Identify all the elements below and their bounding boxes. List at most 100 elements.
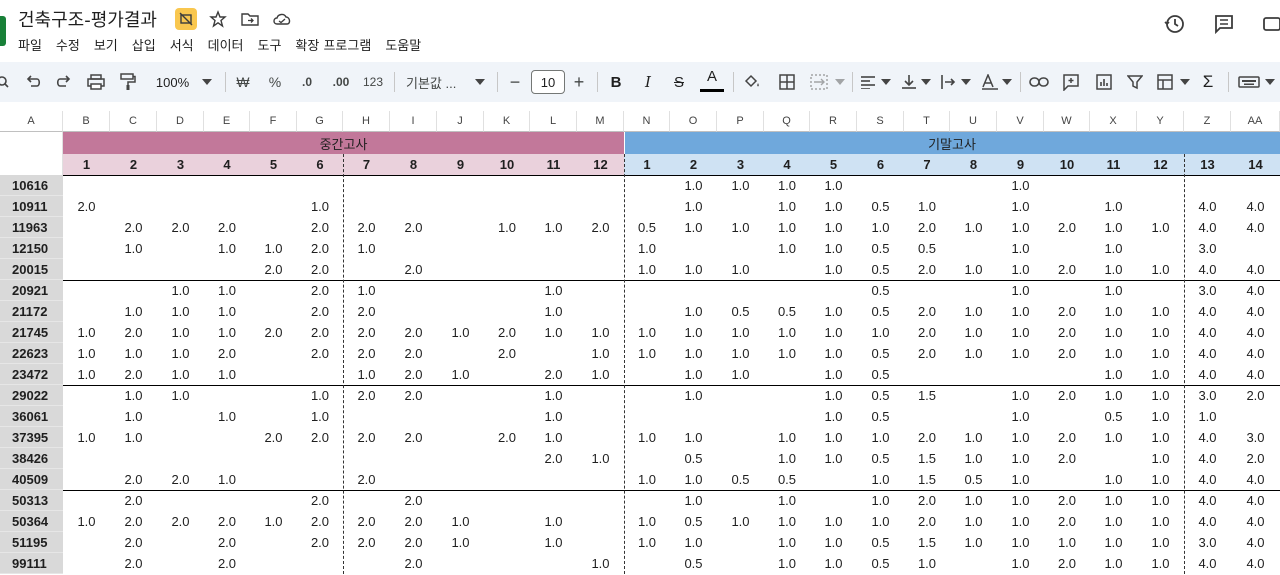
- menu-item[interactable]: 확장 프로그램: [295, 35, 378, 54]
- score-cell[interactable]: 1.0: [204, 280, 250, 301]
- score-cell[interactable]: 2.0: [1044, 427, 1090, 448]
- score-cell[interactable]: 2.0: [1044, 322, 1090, 343]
- score-cell[interactable]: 1.0: [950, 343, 997, 364]
- column-header[interactable]: U: [950, 111, 997, 132]
- score-cell[interactable]: 1.0: [1137, 322, 1184, 343]
- score-cell[interactable]: 2.0: [297, 427, 343, 448]
- score-cell[interactable]: 1.0: [670, 427, 717, 448]
- score-cell[interactable]: 1.0: [950, 301, 997, 322]
- version-history-icon[interactable]: [1162, 12, 1186, 36]
- score-cell[interactable]: 1.0: [997, 280, 1044, 301]
- score-cell[interactable]: 2.0: [1044, 301, 1090, 322]
- score-cell[interactable]: 1.0: [1137, 343, 1184, 364]
- score-cell[interactable]: 2.0: [297, 259, 343, 280]
- score-cell[interactable]: 1.0: [857, 427, 904, 448]
- score-cell[interactable]: 2.0: [1044, 511, 1090, 532]
- wrap-dropdown-icon[interactable]: [960, 62, 972, 102]
- score-cell[interactable]: 4.0: [1231, 301, 1280, 322]
- score-cell[interactable]: 1.0: [157, 364, 204, 385]
- score-cell[interactable]: 1.0: [110, 238, 157, 259]
- menu-item[interactable]: 서식: [170, 35, 201, 54]
- score-cell[interactable]: 2.0: [204, 532, 250, 553]
- score-cell[interactable]: 1.0: [997, 532, 1044, 553]
- score-cell[interactable]: 1.0: [997, 322, 1044, 343]
- score-cell[interactable]: 1.0: [810, 217, 857, 238]
- score-cell[interactable]: 1.0: [577, 322, 624, 343]
- score-cell[interactable]: 1.0: [204, 406, 250, 427]
- text-color-button[interactable]: A: [700, 64, 724, 92]
- score-cell[interactable]: 2.0: [297, 238, 343, 259]
- score-cell[interactable]: 4.0: [1184, 259, 1231, 280]
- score-cell[interactable]: 2.0: [343, 301, 390, 322]
- score-cell[interactable]: 2.0: [343, 532, 390, 553]
- score-cell[interactable]: 1.0: [624, 259, 670, 280]
- score-cell[interactable]: 4.0: [1231, 280, 1280, 301]
- student-id[interactable]: 99111: [0, 553, 63, 574]
- column-header[interactable]: A: [0, 111, 63, 132]
- insert-link-icon[interactable]: [1028, 62, 1050, 102]
- score-cell[interactable]: 2.0: [1044, 448, 1090, 469]
- score-cell[interactable]: 1.0: [717, 259, 764, 280]
- score-cell[interactable]: 1.0: [1090, 259, 1137, 280]
- student-id[interactable]: 36061: [0, 406, 63, 427]
- score-cell[interactable]: 2.0: [157, 511, 204, 532]
- score-cell[interactable]: 1.0: [577, 343, 624, 364]
- score-cell[interactable]: 2.0: [204, 553, 250, 574]
- column-header[interactable]: Q: [764, 111, 810, 132]
- column-header[interactable]: O: [670, 111, 717, 132]
- filter-views-icon[interactable]: [1155, 62, 1177, 102]
- score-cell[interactable]: 1.0: [764, 238, 810, 259]
- score-cell[interactable]: 3.0: [1184, 280, 1231, 301]
- score-cell[interactable]: 1.0: [950, 217, 997, 238]
- score-cell[interactable]: 1.0: [950, 259, 997, 280]
- horizontal-align-icon[interactable]: [858, 62, 878, 102]
- score-cell[interactable]: 2.0: [904, 511, 950, 532]
- score-cell[interactable]: 1.0: [204, 364, 250, 385]
- student-id[interactable]: 10911: [0, 196, 63, 217]
- score-cell[interactable]: 0.5: [717, 301, 764, 322]
- score-cell[interactable]: 2.0: [343, 343, 390, 364]
- score-cell[interactable]: 1.0: [857, 511, 904, 532]
- score-cell[interactable]: 2.0: [1044, 259, 1090, 280]
- score-cell[interactable]: 1.0: [1090, 217, 1137, 238]
- score-cell[interactable]: 1.0: [343, 364, 390, 385]
- student-id[interactable]: 12150: [0, 238, 63, 259]
- score-cell[interactable]: 4.0: [1184, 364, 1231, 385]
- menu-item[interactable]: 보기: [94, 35, 125, 54]
- score-cell[interactable]: 1.0: [764, 511, 810, 532]
- menu-item[interactable]: 수정: [56, 35, 87, 54]
- column-header[interactable]: W: [1044, 111, 1090, 132]
- score-cell[interactable]: 1.0: [1090, 364, 1137, 385]
- score-cell[interactable]: 4.0: [1231, 490, 1280, 511]
- score-cell[interactable]: 0.5: [670, 448, 717, 469]
- score-cell[interactable]: 1.0: [810, 448, 857, 469]
- score-cell[interactable]: 1.0: [1090, 280, 1137, 301]
- score-cell[interactable]: 0.5: [857, 196, 904, 217]
- score-cell[interactable]: 1.0: [437, 511, 484, 532]
- score-cell[interactable]: 1.0: [997, 490, 1044, 511]
- merge-cells-icon[interactable]: [808, 62, 830, 102]
- score-cell[interactable]: 2.0: [390, 385, 437, 406]
- score-cell[interactable]: 2.0: [904, 322, 950, 343]
- score-cell[interactable]: 0.5: [857, 343, 904, 364]
- score-cell[interactable]: 1.0: [764, 343, 810, 364]
- score-cell[interactable]: 1.0: [670, 532, 717, 553]
- score-cell[interactable]: 2.0: [530, 364, 577, 385]
- filter-icon[interactable]: [1125, 62, 1145, 102]
- move-folder-icon[interactable]: [239, 8, 261, 30]
- score-cell[interactable]: 1.0: [997, 469, 1044, 490]
- font-family-select[interactable]: 기본값 ...: [406, 62, 470, 102]
- score-cell[interactable]: 2.0: [904, 490, 950, 511]
- score-cell[interactable]: 1.0: [670, 322, 717, 343]
- score-cell[interactable]: 1.0: [670, 364, 717, 385]
- score-cell[interactable]: 1.0: [577, 364, 624, 385]
- score-cell[interactable]: 1.0: [204, 238, 250, 259]
- star-icon[interactable]: [207, 8, 229, 30]
- score-cell[interactable]: 1.0: [110, 385, 157, 406]
- score-cell[interactable]: 2.0: [1044, 490, 1090, 511]
- column-header[interactable]: B: [63, 111, 110, 132]
- score-cell[interactable]: 4.0: [1231, 511, 1280, 532]
- score-cell[interactable]: 1.0: [810, 553, 857, 574]
- score-cell[interactable]: 1.0: [157, 343, 204, 364]
- score-cell[interactable]: 1.0: [110, 406, 157, 427]
